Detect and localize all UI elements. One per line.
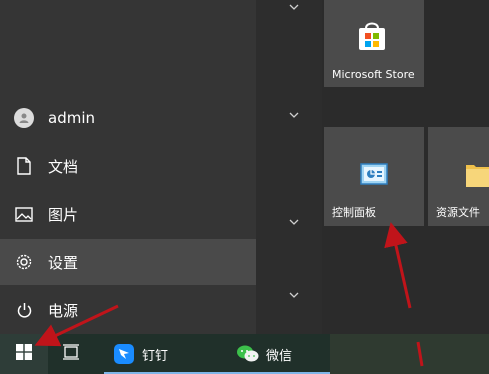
- task-view-icon: [62, 344, 80, 364]
- folder-icon: [466, 161, 489, 190]
- picture-icon: [0, 191, 48, 237]
- app-list-column: [256, 0, 322, 334]
- chevron-down-icon[interactable]: [287, 0, 301, 14]
- taskbar-app-dingtalk[interactable]: 钉钉: [104, 334, 228, 374]
- chevron-down-icon[interactable]: [287, 288, 301, 302]
- tile-label: 控制面板: [332, 206, 376, 219]
- taskbar: 钉钉 微信: [0, 334, 489, 374]
- rail-item-label: 电源: [48, 301, 79, 320]
- rail-item-settings[interactable]: 设置: [0, 239, 256, 285]
- store-icon: [357, 20, 387, 55]
- tile-label: 资源文件: [436, 206, 480, 219]
- task-view-button[interactable]: [48, 334, 94, 374]
- dingtalk-icon: [114, 344, 134, 364]
- power-icon: [0, 287, 48, 333]
- rail-item-documents[interactable]: 文档: [0, 143, 256, 189]
- chevron-down-icon[interactable]: [287, 215, 301, 229]
- taskbar-app-label: 钉钉: [142, 348, 169, 364]
- user-name-label: admin: [48, 109, 95, 127]
- control-panel-icon: [360, 163, 388, 190]
- tile-label: Microsoft Store: [332, 68, 415, 81]
- rail-item-pictures[interactable]: 图片: [0, 191, 256, 237]
- rail-item-power[interactable]: 电源: [0, 287, 256, 333]
- document-icon: [0, 143, 48, 189]
- tile-resource-files[interactable]: 资源文件: [428, 127, 489, 226]
- gear-icon: [0, 239, 48, 285]
- wechat-icon: [236, 344, 260, 364]
- tile-control-panel[interactable]: 控制面板: [324, 127, 424, 226]
- taskbar-app-label: 微信: [266, 348, 293, 364]
- tile-microsoft-store[interactable]: Microsoft Store: [324, 0, 424, 87]
- taskbar-empty-area: [330, 334, 489, 374]
- user-avatar-icon: [14, 108, 34, 128]
- rail-item-label: 文档: [48, 157, 79, 176]
- rail-item-label: 设置: [48, 253, 79, 272]
- start-button[interactable]: [0, 334, 48, 374]
- start-menu-rail: admin 文档 图片 设置 电源: [0, 0, 256, 334]
- chevron-down-icon[interactable]: [287, 108, 301, 122]
- user-account-button[interactable]: admin: [0, 95, 256, 141]
- rail-item-label: 图片: [48, 205, 79, 224]
- windows-logo-icon: [16, 344, 32, 364]
